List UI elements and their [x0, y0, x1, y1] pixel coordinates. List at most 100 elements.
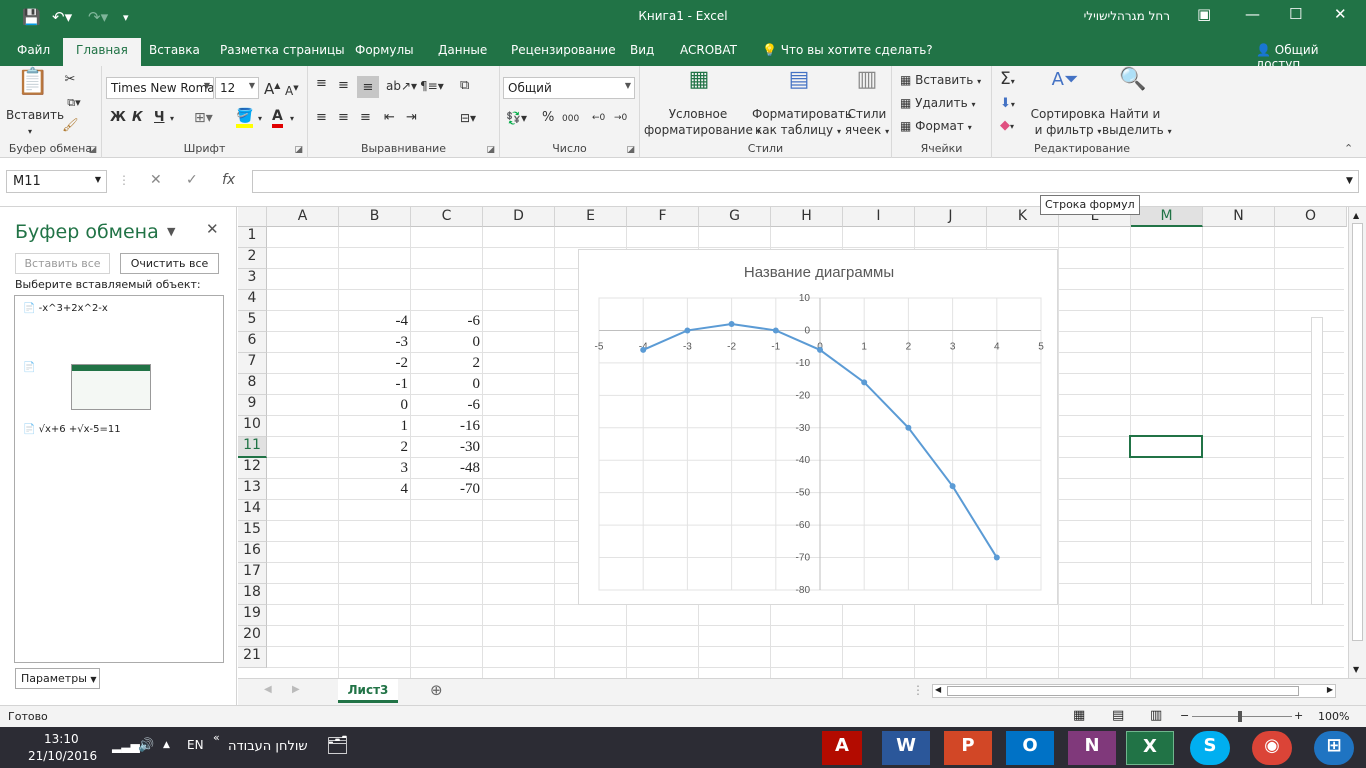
- decrease-decimal-icon[interactable]: →0: [614, 110, 627, 126]
- merge-center-icon[interactable]: ⊟▾: [460, 110, 476, 126]
- cell-b9[interactable]: 0: [339, 395, 411, 416]
- folder-icon[interactable]: 🗂: [326, 735, 349, 756]
- find-select-icon[interactable]: 🔍: [1118, 69, 1148, 104]
- acrobat-app-icon[interactable]: A: [822, 731, 862, 765]
- font-color-dropdown-icon[interactable]: ▾: [290, 111, 294, 127]
- powerpoint-app-icon[interactable]: P: [944, 731, 992, 765]
- tab-page-layout[interactable]: Разметка страницы: [220, 43, 345, 57]
- zoom-level[interactable]: 100%: [1318, 710, 1349, 723]
- tab-acrobat[interactable]: ACROBAT: [680, 43, 737, 57]
- language-indicator[interactable]: EN: [187, 738, 204, 752]
- cell-c6[interactable]: 0: [411, 332, 483, 353]
- find-select-button[interactable]: выделить ▾: [1102, 123, 1172, 139]
- cell-b8[interactable]: -1: [339, 374, 411, 395]
- page-layout-view-icon[interactable]: ▤: [1112, 708, 1124, 723]
- sort-filter-button[interactable]: и фильтр ▾: [1028, 123, 1108, 139]
- horizontal-scrollbar[interactable]: ◀ ▶: [932, 684, 1336, 698]
- shrink-font-icon[interactable]: A▼: [285, 80, 299, 99]
- close-pane-icon[interactable]: ✕: [206, 220, 219, 238]
- pane-options-icon[interactable]: ▼: [167, 225, 175, 238]
- tab-file[interactable]: Файл: [17, 43, 50, 57]
- network-icon[interactable]: ▂▃▅: [112, 739, 140, 753]
- cancel-icon[interactable]: ✕: [150, 172, 162, 188]
- merge-icon[interactable]: ⧉: [460, 78, 469, 94]
- enter-icon[interactable]: ✓: [186, 172, 198, 188]
- clipboard-item[interactable]: 📄 √x+6 +√x-5=11: [23, 424, 121, 435]
- format-cells-button[interactable]: ▦ Формат ▾: [900, 119, 972, 135]
- orientation-icon[interactable]: ab↗▾: [386, 78, 417, 94]
- wrap-text-icon[interactable]: ¶≡▾: [420, 78, 444, 94]
- conditional-formatting-icon[interactable]: ▦: [684, 69, 714, 104]
- clear-all-button[interactable]: Очистить все: [120, 253, 219, 274]
- paste-dropdown-icon[interactable]: ▾: [28, 124, 32, 140]
- align-top-icon[interactable]: ≡: [316, 76, 327, 92]
- zoom-slider[interactable]: [1192, 716, 1292, 717]
- format-painter-icon[interactable]: 🖌: [62, 118, 79, 134]
- options-button[interactable]: Параметры ▼: [15, 668, 100, 689]
- format-as-table-icon[interactable]: ▤: [784, 69, 814, 104]
- chrome-app-icon[interactable]: ◉: [1252, 731, 1292, 765]
- tab-review[interactable]: Рецензирование: [511, 43, 616, 57]
- scroll-left-icon[interactable]: ◀: [935, 685, 941, 694]
- autosum-icon[interactable]: Σ▾: [1000, 71, 1015, 90]
- underline-dropdown-icon[interactable]: ▾: [170, 111, 174, 127]
- cell-b12[interactable]: 3: [339, 458, 411, 479]
- font-size-combo[interactable]: 12 ▼: [215, 77, 259, 99]
- fill-color-icon[interactable]: 🪣: [236, 108, 254, 128]
- desktop-toolbar-label[interactable]: שולחן העבודה: [228, 739, 308, 754]
- align-right-icon[interactable]: ≡: [360, 110, 371, 126]
- active-cell-selection[interactable]: [1129, 435, 1203, 458]
- excel-app-icon[interactable]: X: [1126, 731, 1174, 765]
- cell-c13[interactable]: -70: [411, 479, 483, 500]
- start-button-icon[interactable]: ⊞: [1314, 731, 1354, 765]
- formula-input[interactable]: [252, 170, 1359, 193]
- launcher-icon[interactable]: ◪: [626, 145, 635, 155]
- page-break-view-icon[interactable]: ▥: [1150, 708, 1162, 723]
- borders-icon[interactable]: ⊞▾: [194, 110, 213, 126]
- tab-data[interactable]: Данные: [438, 43, 487, 57]
- underline-button[interactable]: Ч: [154, 110, 165, 126]
- sheet-tab[interactable]: Лист3: [338, 679, 398, 703]
- outlook-app-icon[interactable]: O: [1006, 731, 1054, 765]
- name-box[interactable]: M11 ▼: [6, 170, 107, 193]
- next-sheet-icon[interactable]: ▶: [292, 684, 300, 695]
- volume-icon[interactable]: 🔊: [138, 738, 154, 753]
- align-left-icon[interactable]: ≡: [316, 110, 327, 126]
- tab-insert[interactable]: Вставка: [149, 43, 200, 57]
- font-color-icon[interactable]: A: [272, 108, 283, 128]
- collapse-ribbon-icon[interactable]: ⌃: [1344, 142, 1353, 155]
- paste-button[interactable]: Вставить: [6, 108, 64, 123]
- launcher-icon[interactable]: ◪: [486, 145, 495, 155]
- close-icon[interactable]: ✕: [1334, 5, 1347, 23]
- align-middle-icon[interactable]: ≡: [338, 78, 349, 94]
- italic-button[interactable]: К: [132, 110, 143, 126]
- fill-dropdown-icon[interactable]: ▾: [258, 111, 262, 127]
- cell-c9[interactable]: -6: [411, 395, 483, 416]
- scroll-thumb[interactable]: [1352, 223, 1363, 641]
- decrease-indent-icon[interactable]: ⇤: [384, 110, 395, 126]
- cell-b11[interactable]: 2: [339, 437, 411, 458]
- number-format-combo[interactable]: Общий ▼: [503, 77, 635, 99]
- font-name-combo[interactable]: Times New Roma ▼: [106, 77, 214, 99]
- tab-view[interactable]: Вид: [630, 43, 654, 57]
- tell-me-search[interactable]: 💡 Что вы хотите сделать?: [762, 43, 933, 57]
- chart-object[interactable]: Название диаграммы-5-4-3-2-1012345100-10…: [578, 249, 1058, 605]
- zoom-in-icon[interactable]: +: [1294, 709, 1303, 722]
- tray-chevron-icon[interactable]: ▲: [163, 740, 170, 750]
- cell-b13[interactable]: 4: [339, 479, 411, 500]
- cut-icon[interactable]: ✂: [62, 72, 78, 88]
- launcher-icon[interactable]: ◪: [88, 145, 97, 155]
- zoom-slider-thumb[interactable]: [1238, 711, 1242, 722]
- cell-styles-label-1[interactable]: Стили: [844, 107, 890, 122]
- launcher-icon[interactable]: ◪: [294, 145, 303, 155]
- ribbon-display-icon[interactable]: ▣: [1197, 5, 1211, 23]
- sort-filter-icon[interactable]: A⏷: [1048, 71, 1082, 104]
- delete-cells-button[interactable]: ▦ Удалить ▾: [900, 96, 976, 112]
- scroll-right-icon[interactable]: ▶: [1327, 685, 1333, 694]
- zoom-out-icon[interactable]: −: [1180, 709, 1189, 722]
- expand-formula-icon[interactable]: ▼: [1346, 176, 1353, 186]
- normal-view-icon[interactable]: ▦: [1073, 708, 1085, 723]
- currency-icon[interactable]: 💱▾: [506, 110, 527, 126]
- prev-sheet-icon[interactable]: ◀: [264, 684, 272, 695]
- cell-c11[interactable]: -30: [411, 437, 483, 458]
